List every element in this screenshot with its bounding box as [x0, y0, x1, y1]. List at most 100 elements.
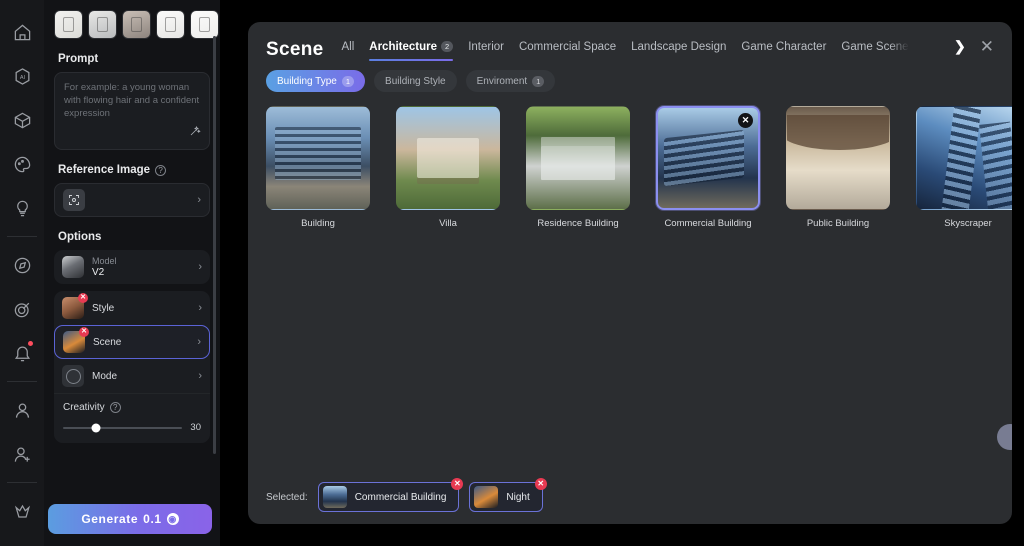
bell-icon[interactable] [5, 336, 39, 370]
lightbulb-icon[interactable] [5, 191, 39, 225]
option-key-mode: Mode [92, 370, 118, 382]
ai-icon[interactable]: AI [5, 59, 39, 93]
panel-scrollbar[interactable] [213, 36, 216, 454]
mode-chevron-icon[interactable]: › [198, 370, 202, 382]
cube-icon[interactable] [5, 103, 39, 137]
tab-landscape-design[interactable]: Landscape Design [631, 41, 726, 61]
tab-game-character[interactable]: Game Character [741, 41, 826, 61]
tab-interior[interactable]: Interior [468, 41, 504, 61]
chevron-right-icon[interactable]: ❯ [954, 38, 966, 61]
tab-all[interactable]: All [341, 41, 354, 61]
scene-card-residence-building[interactable] [526, 106, 630, 210]
sketch-thumb-3[interactable] [122, 10, 151, 39]
reference-image-row[interactable]: › [54, 183, 210, 217]
compass-icon[interactable] [5, 248, 39, 282]
tab-game-scene-label: Game Scene [841, 41, 909, 53]
reference-chevron-icon[interactable]: › [197, 194, 201, 206]
chip-building-style-label: Building Style [385, 75, 446, 87]
option-row-model[interactable]: Model V2 › [54, 250, 210, 284]
creativity-slider[interactable] [63, 423, 183, 432]
tab-architecture-label: Architecture [369, 41, 438, 53]
scene-picker-modal: Scene All Architecture 2 Interior Commerc… [248, 22, 1012, 524]
left-icon-rail: AI [0, 0, 44, 546]
selected-chip-night-thumbnail [474, 486, 499, 508]
tab-all-label: All [341, 41, 355, 53]
scene-card-villa[interactable] [396, 106, 500, 210]
scene-remove-badge[interactable]: ✕ [79, 327, 89, 337]
option-row-style[interactable]: ✕ Style › [54, 291, 210, 325]
selected-chip-label: Commercial Building [354, 491, 447, 503]
style-remove-badge[interactable]: ✕ [78, 293, 88, 303]
reference-thumbnail-row [54, 0, 219, 39]
rail-divider-1 [7, 236, 37, 237]
prompt-input[interactable]: For example: a young woman with flowing … [54, 72, 210, 150]
tab-architecture-count: 2 [441, 41, 454, 53]
sketch-thumb-1[interactable] [54, 10, 83, 39]
tab-architecture[interactable]: Architecture 2 [369, 41, 454, 61]
generate-button[interactable]: Generate 0.1 ◉ [48, 504, 212, 534]
creativity-slider-row: 30 [63, 422, 201, 433]
prompt-title-text: Prompt [58, 53, 99, 65]
option-value-model: V2 [92, 267, 105, 278]
sketch-thumb-4[interactable] [156, 10, 185, 39]
scene-card-skyscraper[interactable] [916, 106, 1012, 210]
option-key-model: Model [92, 256, 117, 266]
sketch-thumb-5[interactable] [190, 10, 219, 39]
add-user-icon[interactable] [5, 437, 39, 471]
selected-footer: Selected: Commercial Building ✕ Night ✕ [248, 470, 1012, 524]
scene-card-public-building[interactable] [786, 106, 890, 210]
chip-building-style[interactable]: Building Style [374, 70, 457, 92]
filter-chips: Building Type 1 Building Style Enviromen… [248, 61, 1012, 92]
option-card-group: ✕ Style › ✕ Scene › Mode › Creativity ? … [54, 291, 210, 443]
option-row-mode[interactable]: Mode › [54, 359, 210, 393]
sketch-thumb-2[interactable] [88, 10, 117, 39]
svg-text:AI: AI [19, 74, 25, 80]
magic-wand-icon[interactable] [189, 124, 201, 142]
generate-label: Generate [81, 512, 139, 526]
selected-chip-night-remove-icon[interactable]: ✕ [534, 478, 547, 490]
scene-caption-building: Building [301, 218, 335, 229]
chip-enviroment[interactable]: Enviroment 1 [465, 70, 556, 92]
scene-card-remove-icon[interactable]: ✕ [738, 113, 753, 128]
options-title-text: Options [58, 231, 102, 243]
home-icon[interactable] [5, 15, 39, 49]
image-upload-icon[interactable] [63, 189, 85, 211]
help-icon[interactable]: ? [155, 164, 167, 176]
rail-divider-3 [7, 482, 37, 483]
selected-chip-night[interactable]: Night ✕ [469, 478, 547, 512]
selected-chip-remove-icon[interactable]: ✕ [451, 478, 464, 490]
tab-interior-label: Interior [468, 41, 504, 53]
crown-icon[interactable] [5, 494, 39, 528]
scene-card-commercial-building[interactable]: ✕ [656, 106, 760, 210]
scene-card-building[interactable] [266, 106, 370, 210]
prompt-section-title: Prompt [58, 53, 210, 65]
scene-caption-commercial-building: Commercial Building [664, 218, 752, 229]
chip-building-type[interactable]: Building Type 1 [266, 70, 366, 92]
app-root: AI Prompt For example: a young woman wit… [0, 0, 1024, 546]
scene-cell-residence-building: Residence Building [526, 106, 630, 229]
user-icon[interactable] [5, 393, 39, 427]
tab-game-character-label: Game Character [741, 41, 827, 53]
scene-cell-building: Building [266, 106, 370, 229]
target-icon[interactable] [5, 292, 39, 326]
tab-commercial-space[interactable]: Commercial Space [519, 41, 616, 61]
creativity-slider-knob[interactable] [91, 423, 101, 432]
scene-chevron-icon[interactable]: › [197, 336, 201, 348]
tab-game-scene[interactable]: Game Scene [841, 41, 908, 61]
selected-label: Selected: [266, 491, 308, 503]
floating-orb[interactable] [997, 424, 1012, 450]
close-icon[interactable]: ✕ [966, 38, 994, 61]
chip-building-type-label: Building Type [277, 75, 337, 87]
creativity-help-icon[interactable]: ? [109, 402, 121, 413]
model-chevron-icon[interactable]: › [198, 261, 202, 273]
option-row-scene[interactable]: ✕ Scene › [54, 325, 210, 359]
option-card-model: Model V2 › [54, 250, 210, 284]
selected-chip-commercial-building[interactable]: Commercial Building ✕ [317, 478, 464, 512]
palette-icon[interactable] [5, 147, 39, 181]
style-chevron-icon[interactable]: › [198, 302, 202, 314]
scene-cell-skyscraper: Skyscraper [916, 106, 1012, 229]
credit-coin-icon: ◉ [166, 513, 179, 525]
reference-title-text: Reference Image [58, 164, 151, 176]
scene-caption-public-building: Public Building [806, 218, 870, 229]
creativity-header: Creativity ? [63, 402, 201, 413]
